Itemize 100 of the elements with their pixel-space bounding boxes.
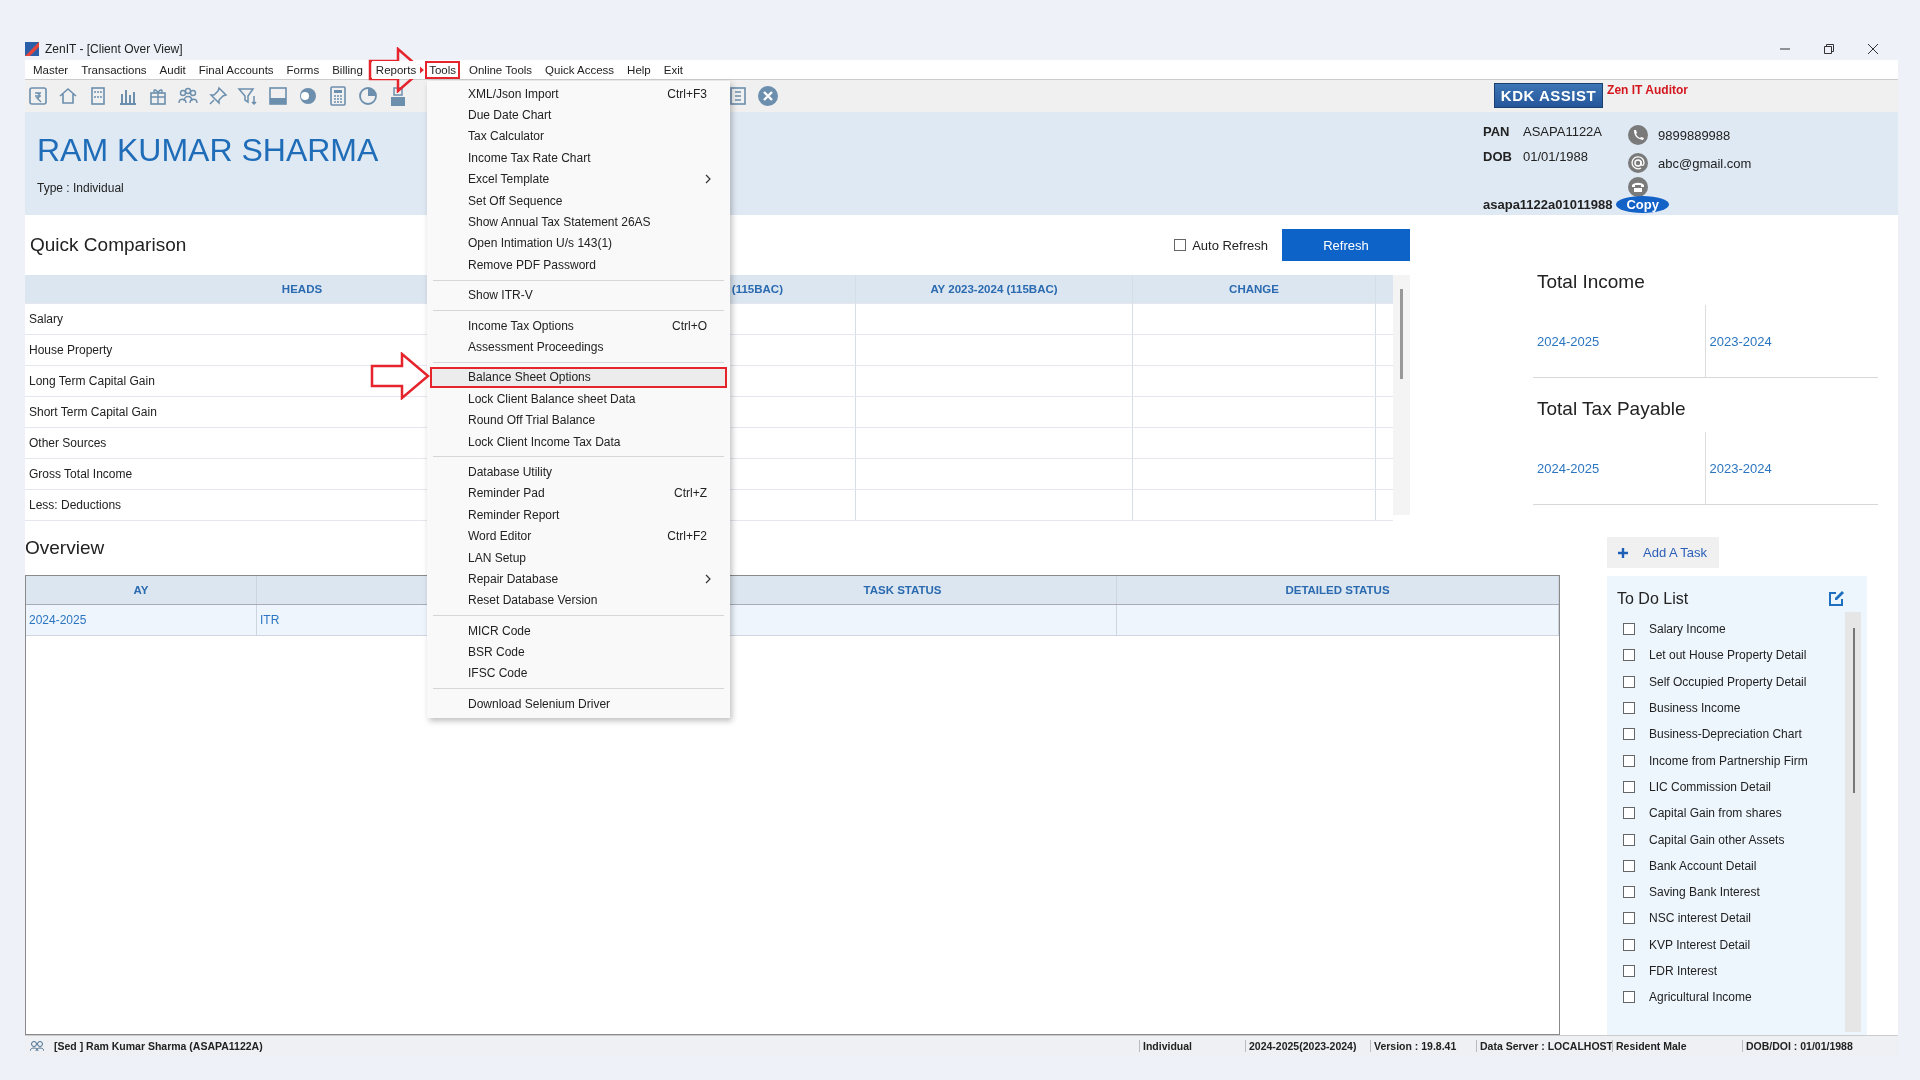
filter-icon[interactable] [237,85,259,107]
status-field: Resident Male [1612,1040,1742,1052]
users-icon [30,1040,44,1052]
todo-item[interactable]: Business Income [1649,701,1741,716]
close-icon[interactable] [1868,44,1878,54]
disc-icon[interactable] [297,85,319,107]
close-circle-icon[interactable] [757,85,779,107]
menu-item[interactable]: Word Editor Ctrl+F2 [430,525,727,547]
menu-item[interactable]: Show Annual Tax Statement 26AS [430,211,727,233]
home-icon[interactable] [57,85,79,107]
checkbox[interactable] [1623,833,1635,846]
scrollbar[interactable] [1845,612,1861,1032]
menu-item[interactable]: Due Date Chart [430,104,727,126]
menu-item[interactable]: Open Intimation U/s 143(1) [430,232,727,255]
checkbox[interactable] [1623,991,1635,1004]
menu-item[interactable]: Balance Sheet Options [430,366,727,389]
dob-value: 01/01/1988 [1523,149,1590,164]
checkbox-label[interactable]: Auto Refresh [1192,237,1268,253]
checkbox[interactable] [1623,912,1635,925]
plus-icon [1617,546,1629,559]
todo-item[interactable]: Saving Bank Interest [1649,885,1760,900]
pie-chart-icon[interactable] [357,85,379,107]
menu-item[interactable]: Remove PDF Password [430,254,727,276]
menu-item[interactable]: Set Off Sequence [430,189,727,212]
table-cell[interactable]: 2024-2025 [26,605,257,635]
section-title: Overview [25,536,105,560]
menu-item[interactable]: Tools [425,60,460,79]
todo-item[interactable]: Income from Partnership Firm [1649,753,1808,768]
copy-button[interactable]: Copy [1616,195,1669,213]
checkbox[interactable] [1623,649,1635,662]
menu-item[interactable]: BSR Code [430,641,727,663]
menu-item[interactable]: Tax Calculator [430,125,727,148]
app-logo-icon [25,42,39,56]
checkbox[interactable] [1623,886,1635,899]
checkbox[interactable] [1623,859,1635,872]
rupee-document-icon[interactable] [27,85,49,107]
status-field: Individual [1139,1040,1245,1052]
menu-item[interactable]: Income Tax Rate Chart [430,147,727,169]
todo-item[interactable]: Agricultural Income [1649,990,1752,1005]
telephone-icon [1628,177,1648,197]
todo-item[interactable]: FDR Interest [1649,964,1717,978]
email-icon [1628,153,1648,173]
section-title: Quick Comparison [30,234,187,256]
todo-item[interactable]: Capital Gain from shares [1649,806,1782,821]
password-text: asapa1122a01011988 [1483,196,1613,212]
todo-item[interactable]: Salary Income [1649,622,1726,637]
year-link[interactable]: 2024-2025 [1533,305,1706,377]
checkbox[interactable] [1623,807,1635,820]
checkbox[interactable] [1623,938,1635,951]
pan-value: ASAPA1122A [1523,124,1603,139]
todo-item[interactable]: LIC Commission Detail [1649,779,1772,794]
checkbox[interactable] [1623,702,1635,715]
menu-item[interactable]: IFSC Code [430,662,727,685]
checkbox[interactable] [1623,675,1635,688]
menu-item[interactable]: XML/Json Import Ctrl+F3 [430,83,727,105]
todo-item[interactable]: Business-Depreciation Chart [1649,727,1802,742]
year-link[interactable]: 2023-2024 [1705,432,1878,504]
calculator-icon[interactable] [327,85,349,107]
pointer-arrow [368,47,424,93]
year-link[interactable]: 2024-2025 [1533,432,1706,504]
email-address: abc@gmail.com [1658,155,1752,171]
assist-button[interactable]: KDK ASSIST [1493,83,1604,108]
window-title: ZenIT - [Client Over View] [45,42,183,56]
add-task-button[interactable]: Add A Task [1607,537,1720,568]
auditor-label: Zen IT Auditor [1607,83,1688,97]
status-field: Version : 19.8.41 [1370,1040,1476,1052]
todo-item[interactable]: KVP Interest Detail [1649,937,1751,952]
year-link[interactable]: 2023-2024 [1705,305,1878,377]
total-title: Total Income [1536,271,1646,293]
checkbox[interactable] [1623,728,1635,741]
pin-icon[interactable] [207,85,229,107]
restore-icon[interactable] [1824,44,1834,54]
todo-item[interactable]: Capital Gain other Assets [1649,832,1785,847]
todo-item[interactable]: Bank Account Detail [1649,858,1757,873]
checkbox[interactable] [1623,623,1635,636]
status-field: 2024-2025(2023-2024) [1245,1040,1370,1052]
todo-title: To Do List [1617,590,1689,608]
total-title: Total Tax Payable [1536,398,1687,420]
phone-number: 9899889988 [1658,127,1731,143]
status-field: Data Server : LOCALHOST [1476,1040,1612,1052]
pan-label: PAN [1483,124,1511,139]
checkbox[interactable] [1623,965,1635,977]
scrollbar[interactable] [1393,275,1410,515]
edit-icon[interactable] [1827,590,1845,608]
status-text: [Sed ] Ram Kumar Sharma (ASAPA1122A) [54,1040,263,1052]
todo-item[interactable]: Let out House Property Detail [1649,648,1807,663]
checkbox[interactable] [1174,239,1187,251]
phone-icon [1628,125,1648,145]
menu-item[interactable]: Reports [371,60,421,79]
checkbox[interactable] [1623,780,1635,793]
menu-item[interactable]: Excel Template [430,168,727,190]
column-header: AY [26,576,257,604]
refresh-button[interactable]: Refresh [1282,229,1410,261]
menu-item[interactable]: Download Selenium Driver [430,693,727,715]
checkbox[interactable] [1623,754,1635,767]
menu-item[interactable]: LAN Setup [430,546,727,569]
todo-item[interactable]: Self Occupied Property Detail [1649,674,1807,689]
client-name: RAM KUMAR SHARMA [37,132,379,169]
column-header: DETAILED STATUS [1117,576,1559,604]
todo-item[interactable]: NSC interest Detail [1649,911,1752,926]
